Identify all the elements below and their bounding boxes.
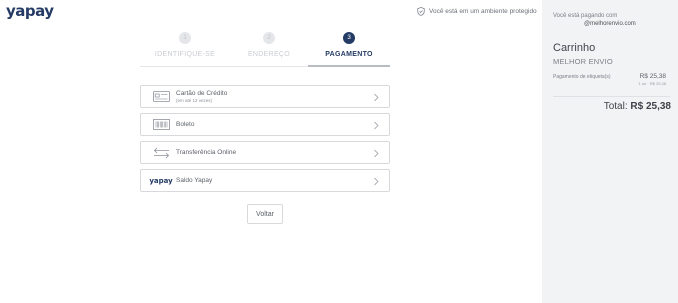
cart-item-quantity: 1 un · R$ 25,38: [638, 81, 666, 86]
step-number: 1: [179, 32, 191, 44]
payment-option-label: Saldo Yapay: [176, 177, 213, 184]
chevron-right-icon: [374, 121, 379, 130]
step-identify[interactable]: 1 IDENTIFIQUE-SE: [144, 32, 226, 58]
transfer-arrows-icon: [151, 147, 171, 159]
secure-text: Você está em um ambiente protegido: [429, 8, 537, 15]
order-summary-sidebar: Você está pagando com @melhorenvio.com C…: [542, 0, 678, 303]
yapay-logo-icon: yapay: [149, 176, 173, 185]
chevron-right-icon: [374, 177, 379, 186]
cart-item-price: R$ 25,38: [639, 73, 666, 80]
chevron-right-icon: [374, 149, 379, 158]
paying-with-label: Você está pagando com: [553, 13, 618, 19]
step-label: PAGAMENTO: [325, 51, 373, 58]
barcode-icon: [151, 119, 171, 130]
payment-option-transfer[interactable]: Transferência Online: [140, 141, 390, 164]
step-label: ENDEREÇO: [247, 51, 291, 58]
total-label: Total:: [603, 101, 631, 112]
payment-option-credit-card[interactable]: Cartão de Crédito (em até 12 vezes): [140, 85, 390, 108]
summary-divider: [553, 96, 670, 97]
store-name: MELHOR ENVIO: [553, 57, 613, 66]
payment-option-label: Cartão de Crédito: [176, 90, 228, 97]
payment-option-boleto[interactable]: Boleto: [140, 113, 390, 136]
yapay-logo: yapay: [6, 2, 54, 20]
step-number: 2: [263, 32, 275, 44]
credit-card-icon: [151, 91, 171, 102]
checkout-steps: 1 IDENTIFIQUE-SE 2 ENDEREÇO 3 PAGAMENTO: [140, 32, 390, 70]
active-step-underline: [308, 65, 390, 67]
back-button[interactable]: Voltar: [247, 204, 283, 224]
shield-icon: [417, 7, 425, 16]
payment-option-sublabel: (em até 12 vezes): [176, 98, 213, 103]
total-value: R$ 25,38: [630, 101, 671, 112]
checkout-page: yapay Você está em um ambiente protegido…: [0, 0, 678, 303]
chevron-right-icon: [374, 93, 379, 102]
step-payment[interactable]: 3 PAGAMENTO: [308, 32, 390, 58]
total-row: Total: R$ 25,38: [596, 101, 671, 112]
step-number: 3: [343, 32, 355, 44]
payment-option-yapay-balance[interactable]: yapay Saldo Yapay: [140, 169, 390, 192]
cart-title: Carrinho: [553, 42, 596, 54]
main-panel: yapay Você está em um ambiente protegido…: [0, 0, 542, 303]
step-address[interactable]: 2 ENDEREÇO: [228, 32, 310, 58]
secure-environment-notice: Você está em um ambiente protegido: [417, 7, 537, 16]
payer-email: @melhorenvio.com: [584, 21, 636, 27]
payment-option-label: Boleto: [176, 121, 195, 128]
payment-option-label: Transferência Online: [176, 149, 237, 156]
cart-item-label: Pagamento de etiqueta(s): [553, 74, 611, 80]
step-label: IDENTIFIQUE-SE: [154, 51, 216, 58]
